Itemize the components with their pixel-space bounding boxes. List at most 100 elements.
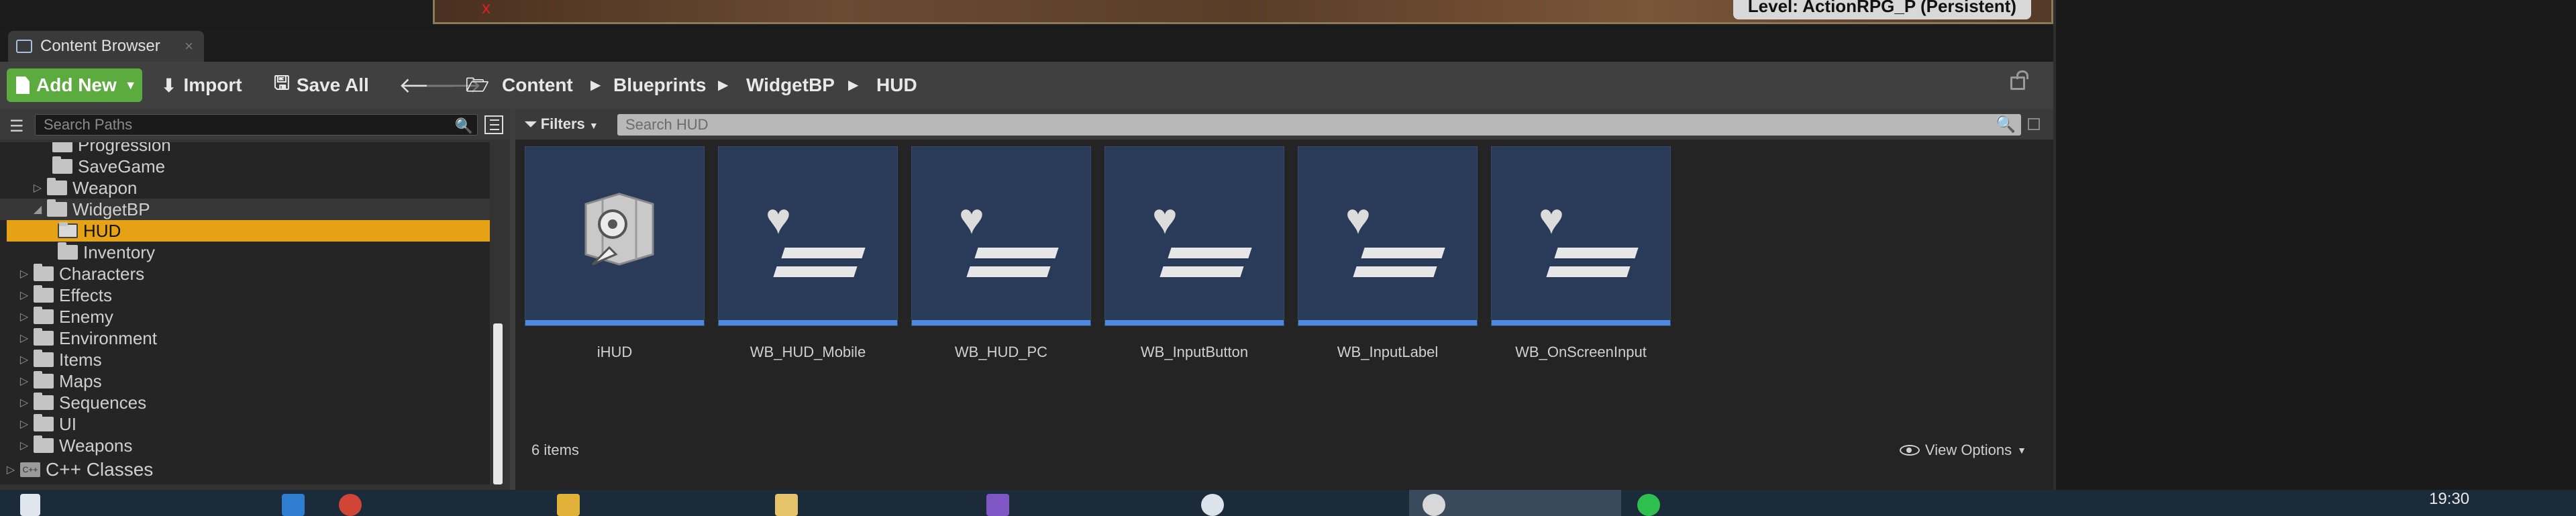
tree-scrollbar[interactable] bbox=[493, 323, 503, 484]
level-badge: Level: ActionRPG_P (Persistent) bbox=[1733, 0, 2031, 19]
tree-item-label: Inventory bbox=[83, 242, 155, 262]
tree-item-effects[interactable]: ▷ Effects bbox=[0, 285, 490, 306]
chevron-right-icon[interactable]: ▷ bbox=[19, 396, 30, 409]
vscode-icon[interactable] bbox=[282, 494, 305, 516]
tree-item-inventory[interactable]: Inventory bbox=[0, 242, 490, 263]
asset-type-bar bbox=[719, 320, 897, 325]
viewport-preview[interactable]: x Level: ActionRPG_P (Persistent) bbox=[433, 0, 2053, 24]
taskbar-clock[interactable]: 19:30 bbox=[2429, 490, 2469, 509]
asset-search-input[interactable]: Search HUD 🔍 bbox=[617, 114, 2021, 136]
close-icon[interactable]: × bbox=[185, 38, 193, 55]
chevron-right-icon[interactable]: ▷ bbox=[19, 310, 30, 323]
widget-blueprint-icon: ♥ bbox=[1539, 195, 1564, 243]
tree-item-progression[interactable]: Progression bbox=[0, 142, 490, 156]
app-icon[interactable] bbox=[1201, 494, 1224, 516]
breadcrumb-separator[interactable]: ▶ bbox=[718, 68, 728, 102]
bar-shape bbox=[781, 248, 866, 258]
asset-search-placeholder: Search HUD bbox=[625, 116, 709, 133]
import-icon: ⬇ bbox=[161, 74, 177, 96]
taskbar-active-app[interactable] bbox=[1409, 490, 1621, 516]
breadcrumb-separator[interactable]: ▶ bbox=[590, 68, 601, 102]
browser-icon[interactable] bbox=[339, 494, 362, 516]
app-icon[interactable] bbox=[557, 494, 580, 516]
search-icon: 🔍 bbox=[454, 117, 473, 134]
chevron-right-icon[interactable]: ▷ bbox=[19, 289, 30, 302]
folder-tree: Progression SaveGame ▷ Weapon ◢ WidgetBP… bbox=[0, 142, 490, 484]
filters-button[interactable]: ⏷ Filters ▼ bbox=[525, 114, 599, 134]
asset-tile[interactable]: iHUD bbox=[525, 146, 705, 361]
folder-icon bbox=[58, 222, 78, 238]
import-button[interactable]: ⬇ Import bbox=[161, 68, 242, 102]
chevron-right-icon[interactable]: ▷ bbox=[19, 353, 30, 366]
tree-item-sequences[interactable]: ▷ Sequences bbox=[0, 392, 490, 413]
breadcrumb-widgetbp[interactable]: WidgetBP bbox=[746, 68, 835, 102]
chevron-right-icon[interactable]: ▷ bbox=[19, 417, 30, 431]
visual-studio-icon[interactable] bbox=[986, 494, 1009, 516]
windows-start-icon[interactable] bbox=[20, 494, 40, 516]
path-search-input[interactable]: Search Paths 🔍 bbox=[35, 114, 478, 136]
chevron-right-icon[interactable]: ▷ bbox=[19, 374, 30, 388]
folder-icon bbox=[34, 371, 54, 389]
breadcrumb-separator[interactable]: ▶ bbox=[848, 68, 858, 102]
folder-icon bbox=[47, 178, 67, 195]
chat-app-icon[interactable] bbox=[1637, 494, 1660, 516]
asset-tile[interactable]: ♥ WB_InputLabel bbox=[1298, 146, 1478, 361]
add-new-button[interactable]: Add New ▼ bbox=[7, 68, 142, 102]
tree-item-hud[interactable]: HUD bbox=[7, 220, 490, 242]
chevron-right-icon[interactable]: ▷ bbox=[19, 267, 30, 280]
chevron-right-icon[interactable]: ▷ bbox=[19, 439, 30, 452]
save-all-button[interactable]: 🖫 Save All bbox=[274, 68, 369, 102]
tree-item-widgetbp[interactable]: ◢ WidgetBP bbox=[0, 199, 490, 220]
folder-icon bbox=[34, 350, 54, 367]
chevron-right-icon[interactable]: ▷ bbox=[19, 331, 30, 345]
tree-item-items[interactable]: ▷ Items bbox=[0, 349, 490, 370]
chevron-right-icon[interactable]: ▷ bbox=[32, 181, 43, 195]
collapse-sources-icon[interactable]: ☰ bbox=[9, 117, 24, 136]
breadcrumb-blueprints[interactable]: Blueprints bbox=[613, 68, 706, 102]
tab-label: Content Browser bbox=[40, 37, 160, 55]
bar-shape bbox=[773, 266, 858, 277]
tree-item-weapons[interactable]: ▷ Weapons bbox=[0, 435, 490, 456]
tree-item-ui[interactable]: ▷ UI bbox=[0, 413, 490, 435]
list-view-icon[interactable] bbox=[484, 115, 503, 134]
asset-tile[interactable]: ♥ WB_HUD_PC bbox=[911, 146, 1091, 361]
folder-icon bbox=[34, 414, 54, 431]
tree-item-characters[interactable]: ▷ Characters bbox=[0, 263, 490, 285]
asset-type-bar bbox=[1492, 320, 1670, 325]
chevron-down-icon[interactable]: ◢ bbox=[32, 203, 43, 216]
folder-icon[interactable] bbox=[775, 494, 798, 516]
asset-tile[interactable]: ♥ WB_HUD_Mobile bbox=[718, 146, 898, 361]
bar-shape bbox=[966, 266, 1051, 277]
path-search-row: ☰ Search Paths 🔍 bbox=[0, 109, 510, 140]
tab-content-browser[interactable]: Content Browser × bbox=[8, 31, 204, 62]
folder-icon bbox=[52, 156, 72, 174]
tree-item-enemy[interactable]: ▷ Enemy bbox=[0, 306, 490, 327]
asset-tile[interactable]: ♥ WB_OnScreenInput bbox=[1491, 146, 1671, 361]
bar-shape bbox=[1554, 248, 1639, 258]
lock-icon[interactable] bbox=[2010, 70, 2028, 90]
tree-item-savegame[interactable]: SaveGame bbox=[0, 156, 490, 177]
asset-thumbnail: ♥ bbox=[1104, 146, 1284, 326]
folder-icon bbox=[34, 435, 54, 453]
tree-item-label: Environment bbox=[59, 327, 157, 348]
save-search-icon[interactable] bbox=[2028, 118, 2040, 130]
tree-item-maps[interactable]: ▷ Maps bbox=[0, 370, 490, 392]
asset-tile[interactable]: ♥ WB_InputButton bbox=[1104, 146, 1284, 361]
tree-item-cpp-classes[interactable]: ▷ C++ C++ Classes bbox=[0, 459, 490, 480]
widget-blueprint-icon: ♥ bbox=[766, 195, 791, 243]
chevron-right-icon[interactable]: ▷ bbox=[5, 463, 16, 476]
item-count: 6 items bbox=[531, 442, 579, 458]
folder-icon bbox=[52, 142, 72, 152]
breadcrumb-content[interactable]: Content bbox=[502, 68, 573, 102]
filter-icon: ⏷ bbox=[525, 115, 537, 132]
tree-item-weapon[interactable]: ▷ Weapon bbox=[0, 177, 490, 199]
bar-shape bbox=[1353, 266, 1437, 277]
tree-item-environment[interactable]: ▷ Environment bbox=[0, 327, 490, 349]
bar-shape bbox=[1160, 266, 1244, 277]
save-all-label: Save All bbox=[296, 74, 369, 95]
view-options-button[interactable]: View Options ▼ bbox=[1899, 442, 2026, 459]
folder-icon bbox=[34, 393, 54, 410]
close-x-icon: x bbox=[482, 0, 491, 17]
tree-item-label: Items bbox=[59, 349, 102, 370]
breadcrumb-hud[interactable]: HUD bbox=[876, 68, 917, 102]
